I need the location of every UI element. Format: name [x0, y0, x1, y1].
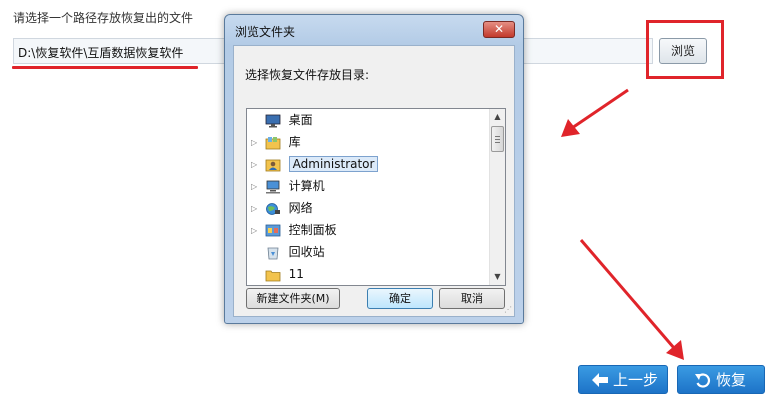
- expand-icon[interactable]: ▷: [251, 221, 261, 241]
- tree-item-library[interactable]: ▷ 库: [251, 132, 301, 152]
- tree-item-network[interactable]: ▷ 网络: [251, 198, 313, 218]
- undo-icon: [695, 373, 711, 388]
- folder-icon: [265, 270, 281, 281]
- folder-tree[interactable]: 桌面 ▷ 库 ▷ Administrator ▷ 计算机 ▷ 网络 ▷ 控制面板…: [246, 108, 506, 286]
- back-arrow-icon: [592, 373, 608, 387]
- expand-icon[interactable]: ▷: [251, 199, 261, 219]
- tree-item-recycle-bin[interactable]: 回收站: [251, 242, 325, 262]
- tree-item-label: 11: [288, 267, 304, 281]
- recycle-bin-icon: [267, 247, 279, 259]
- cancel-button[interactable]: 取消: [439, 288, 505, 309]
- tree-item-label: 网络: [288, 201, 313, 215]
- expand-icon[interactable]: ▷: [251, 155, 261, 175]
- dialog-title: 浏览文件夹: [235, 25, 296, 39]
- scroll-up-arrow-icon[interactable]: ▲: [490, 109, 505, 125]
- new-folder-button[interactable]: 新建文件夹(M): [246, 288, 340, 309]
- tree-item-label: 回收站: [288, 245, 325, 259]
- browse-folder-dialog: 浏览文件夹 ✕ 选择恢复文件存放目录: 桌面 ▷ 库 ▷ Administrat…: [224, 14, 524, 324]
- tree-item-label: Administrator: [288, 156, 379, 172]
- recover-button-label: 恢复: [716, 371, 747, 389]
- network-icon: [265, 202, 280, 215]
- arrow-to-recover: [579, 239, 684, 360]
- recover-button[interactable]: 恢复: [677, 365, 765, 394]
- tree-item-label: 桌面: [288, 113, 313, 127]
- tree-item-administrator[interactable]: ▷ Administrator: [251, 154, 379, 175]
- expand-icon[interactable]: ▷: [251, 177, 261, 197]
- library-icon: [265, 136, 281, 149]
- computer-icon: [265, 180, 280, 193]
- desktop-icon: [265, 114, 281, 127]
- tree-item-folder-11[interactable]: 11: [251, 264, 304, 284]
- arrow-to-browse: [561, 88, 629, 137]
- tree-item-label: 库: [288, 135, 301, 149]
- tree-item-label: 控制面板: [288, 223, 337, 237]
- tree-item-desktop[interactable]: 桌面: [251, 110, 313, 130]
- resize-grip-icon[interactable]: ⋰: [504, 306, 512, 314]
- scroll-thumb[interactable]: [491, 126, 504, 152]
- back-button[interactable]: 上一步: [578, 365, 668, 394]
- scroll-down-arrow-icon[interactable]: ▼: [490, 269, 505, 285]
- user-folder-icon: [265, 159, 281, 171]
- tree-scrollbar[interactable]: ▲ ▼: [489, 109, 505, 285]
- ok-button[interactable]: 确定: [367, 288, 433, 309]
- close-button[interactable]: ✕: [483, 21, 515, 38]
- back-button-label: 上一步: [613, 371, 659, 389]
- tree-item-label: 计算机: [288, 179, 325, 193]
- tree-item-computer[interactable]: ▷ 计算机: [251, 176, 325, 196]
- control-panel-icon: [265, 224, 281, 236]
- expand-icon[interactable]: ▷: [251, 133, 261, 153]
- tree-item-control-panel[interactable]: ▷ 控制面板: [251, 220, 337, 240]
- dialog-instruction: 选择恢复文件存放目录:: [245, 68, 370, 82]
- dialog-body: 选择恢复文件存放目录: 桌面 ▷ 库 ▷ Administrator ▷ 计算机: [233, 45, 515, 317]
